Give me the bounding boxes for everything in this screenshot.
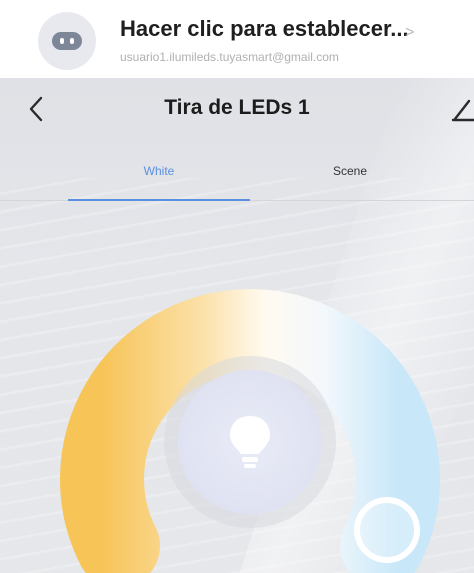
- page-title: Tira de LEDs 1: [164, 96, 310, 119]
- avatar-eye-right: [70, 38, 74, 44]
- mode-tabs: White Scene: [0, 160, 474, 201]
- robot-face-icon: [52, 32, 82, 50]
- tab-scene[interactable]: Scene: [250, 160, 450, 200]
- tab-white[interactable]: White: [68, 160, 250, 201]
- avatar-eye-left: [60, 38, 64, 44]
- temperature-selector-knob[interactable]: [354, 497, 420, 563]
- nav-bar: Tira de LEDs 1: [0, 78, 474, 140]
- color-temperature-wheel[interactable]: [60, 256, 440, 573]
- account-title[interactable]: Hacer clic para establecer...: [120, 16, 409, 42]
- account-header[interactable]: Hacer clic para establecer... > usuario1…: [0, 0, 474, 70]
- account-email: usuario1.ilumileds.tuyasmart@gmail.com: [120, 50, 339, 64]
- device-panel: Tira de LEDs 1 White Scene: [0, 78, 474, 573]
- avatar[interactable]: [38, 12, 96, 70]
- app-screen: Hacer clic para establecer... > usuario1…: [0, 0, 474, 573]
- pencil-icon: [451, 99, 474, 122]
- temperature-ring-svg: [60, 289, 440, 573]
- tab-scene-label: Scene: [332, 164, 368, 178]
- edit-button[interactable]: [445, 92, 474, 126]
- active-tab-indicator: [68, 199, 250, 201]
- tab-white-label: White: [143, 164, 175, 178]
- chevron-right-icon: >: [405, 24, 415, 41]
